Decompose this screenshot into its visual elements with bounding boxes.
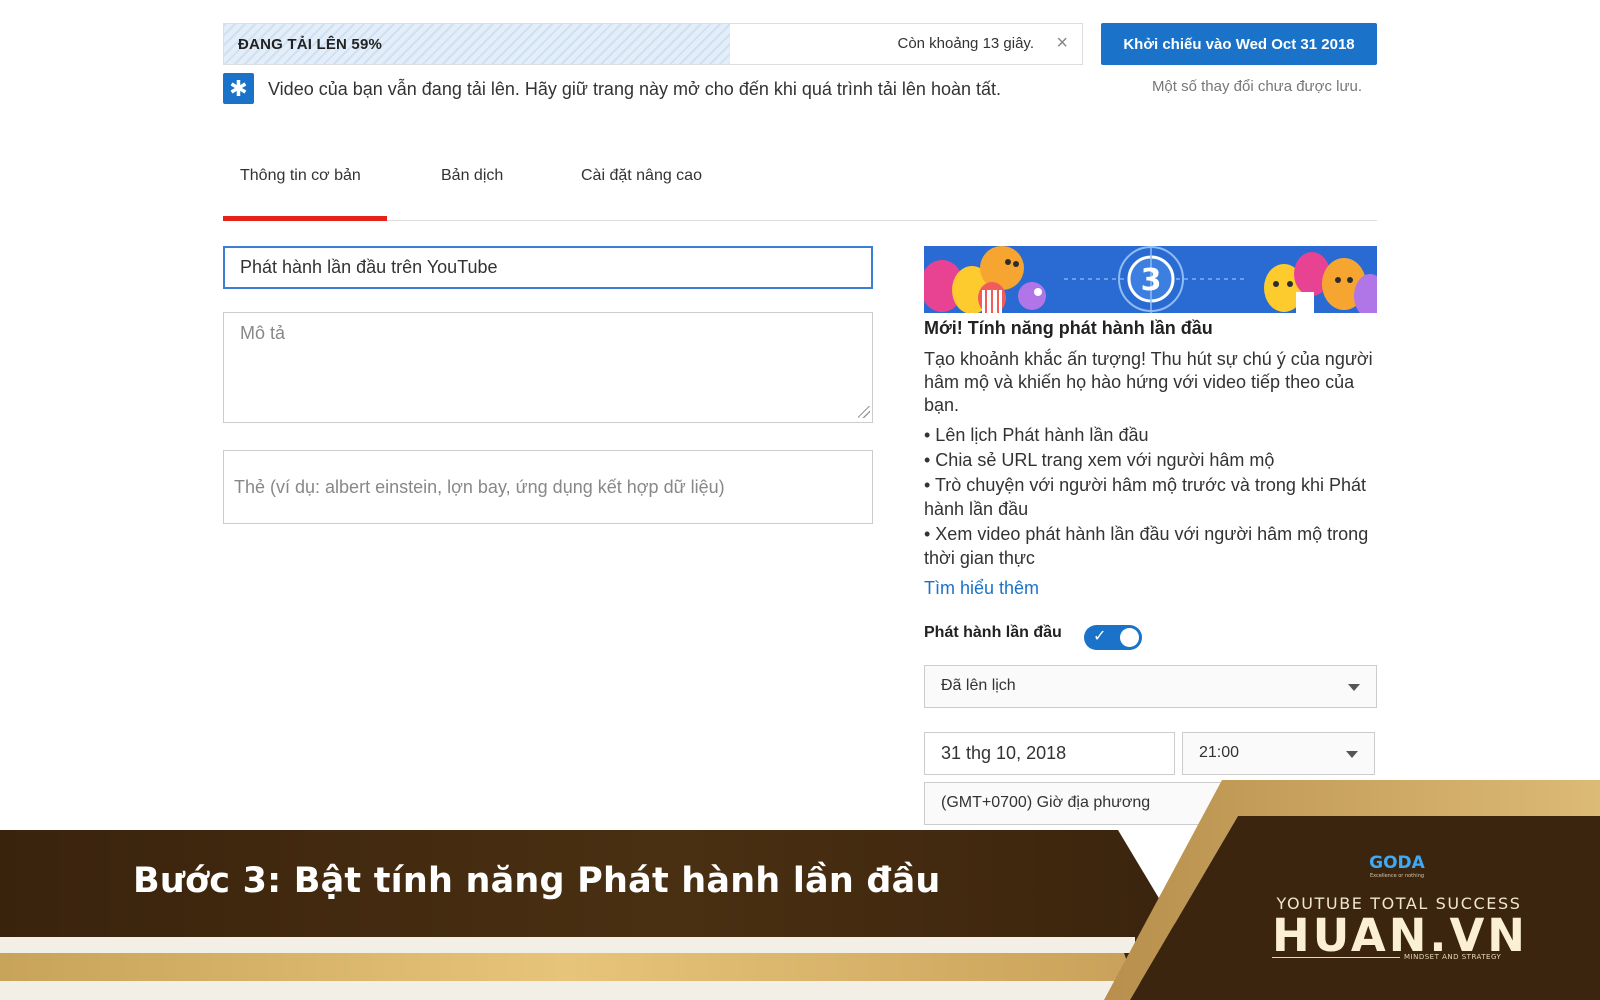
svg-text:Excellence or nothing: Excellence or nothing	[1370, 873, 1424, 879]
premiere-feature-heading: Mới! Tính năng phát hành lần đầu	[924, 318, 1213, 338]
premiere-time-value: 21:00	[1199, 744, 1240, 761]
caret-down-icon	[1348, 684, 1360, 691]
active-tab-indicator	[223, 216, 387, 221]
upload-progress-label: ĐANG TẢI LÊN 59%	[238, 36, 383, 53]
tab-basic-info[interactable]: Thông tin cơ bản	[240, 167, 361, 185]
title-input[interactable]	[223, 246, 873, 289]
premiere-status-value: Đã lên lịch	[941, 677, 1016, 694]
premiere-toggle-label: Phát hành lần đầu	[924, 624, 1062, 641]
list-item: • Trò chuyện với người hâm mộ trước và t…	[924, 475, 1366, 519]
close-icon[interactable]: ×	[1056, 33, 1068, 53]
list-item: • Chia sẻ URL trang xem với người hâm mộ	[924, 450, 1275, 470]
caret-down-icon	[1346, 751, 1358, 758]
premiere-button[interactable]: Khởi chiếu vào Wed Oct 31 2018	[1101, 23, 1377, 65]
premiere-feature-list: • Lên lịch Phát hành lần đầu • Chia sẻ U…	[924, 423, 1374, 571]
tags-input[interactable]	[223, 450, 873, 524]
brand-subtitle: MINDSET AND STRATEGY	[1404, 953, 1502, 961]
step-caption: Bước 3: Bật tính năng Phát hành lần đầu	[133, 861, 941, 901]
learn-more-link[interactable]: Tìm hiểu thêm	[924, 578, 1039, 599]
brand-divider	[1272, 957, 1400, 958]
description-textarea[interactable]	[223, 312, 873, 423]
tab-bar: Thông tin cơ bản Bản dịch Cài đặt nâng c…	[223, 155, 1377, 221]
premiere-illustration: 3	[924, 246, 1377, 313]
checkmark-icon: ✓	[1093, 628, 1107, 645]
tab-advanced-settings[interactable]: Cài đặt nâng cao	[581, 167, 702, 185]
toggle-knob	[1120, 628, 1139, 647]
banner-countdown-number: 3	[1141, 263, 1162, 298]
unsaved-changes-notice: Một số thay đổi chưa được lưu.	[1151, 78, 1362, 95]
premiere-time-select[interactable]: 21:00	[1182, 732, 1375, 775]
upload-time-remaining: Còn khoảng 13 giây.	[897, 35, 1035, 52]
goda-logo: GODA Excellence or nothing	[1369, 853, 1426, 879]
premiere-illustration-banner: 3	[924, 246, 1377, 313]
premiere-date-input[interactable]	[924, 732, 1175, 775]
premiere-status-select[interactable]: Đã lên lịch	[924, 665, 1377, 708]
premiere-feature-description: Tạo khoảnh khắc ấn tượng! Thu hút sự chú…	[924, 349, 1373, 415]
premiere-toggle[interactable]: ✓	[1084, 625, 1142, 650]
list-item: • Xem video phát hành lần đầu với người …	[924, 524, 1369, 568]
svg-text:GODA: GODA	[1369, 853, 1426, 873]
upload-progress-bar: ĐANG TẢI LÊN 59% Còn khoảng 13 giây. ×	[223, 23, 1083, 65]
star-icon: ✱	[223, 73, 254, 104]
upload-notice-text: Video của bạn vẫn đang tải lên. Hãy giữ …	[268, 79, 1001, 99]
list-item: • Lên lịch Phát hành lần đầu	[924, 425, 1149, 445]
tab-translations[interactable]: Bản dịch	[441, 167, 503, 185]
